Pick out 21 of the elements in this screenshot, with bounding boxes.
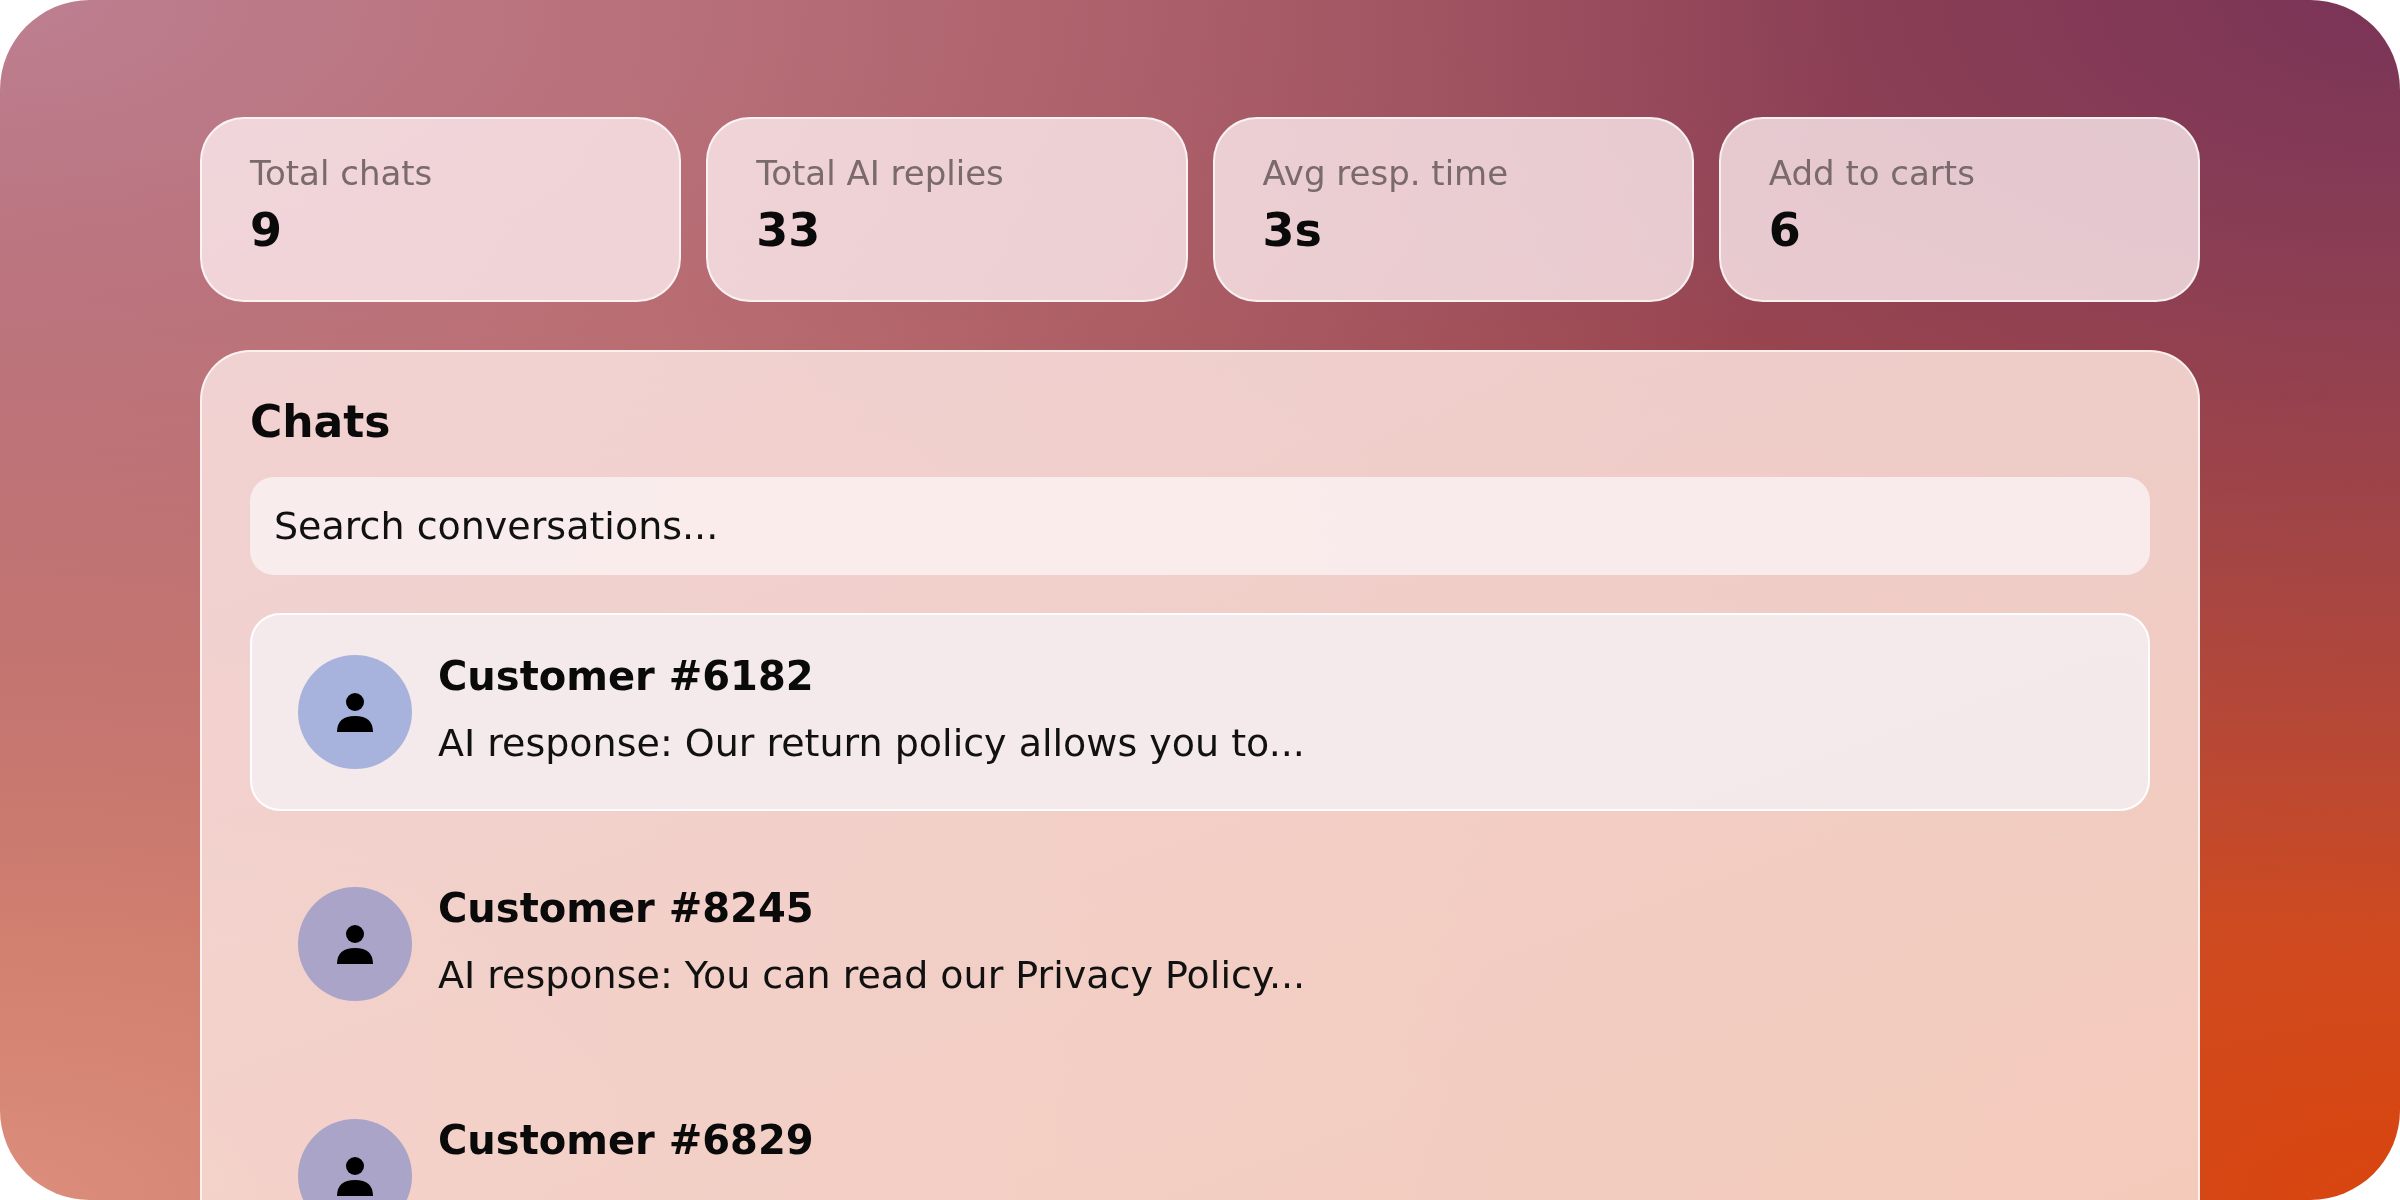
stat-label: Total chats (250, 153, 434, 193)
customer-name: Customer #6829 (438, 1117, 814, 1163)
stat-value: 6 (1768, 203, 1802, 257)
customer-name: Customer #8245 (438, 885, 815, 931)
chat-item[interactable]: Customer #8245 AI response: You can read our Privacy Policy... (250, 845, 2150, 1043)
panel-title: Chats (250, 396, 392, 447)
stat-value: 9 (250, 203, 283, 257)
person-icon (336, 924, 374, 964)
stat-label: Total AI replies (756, 153, 1005, 193)
stat-value: 3s (1262, 203, 1323, 257)
customer-name: Customer #6182 (438, 653, 815, 699)
person-icon (336, 692, 374, 732)
search-field[interactable]: Search conversations... (250, 477, 2150, 575)
stat-label: Avg resp. time (1262, 153, 1510, 193)
message-preview: AI response: Our return policy allows you to... (438, 721, 1305, 765)
chat-item[interactable]: Customer #6182 AI response: Our return policy allows you to... (250, 613, 2150, 811)
stat-label: Add to carts (1768, 153, 1976, 193)
stat-value: 33 (756, 203, 822, 257)
chat-item[interactable]: Customer #6829 (250, 1077, 2150, 1200)
person-icon (336, 1156, 374, 1196)
message-preview: AI response: You can read our Privacy Policy... (438, 953, 1306, 997)
